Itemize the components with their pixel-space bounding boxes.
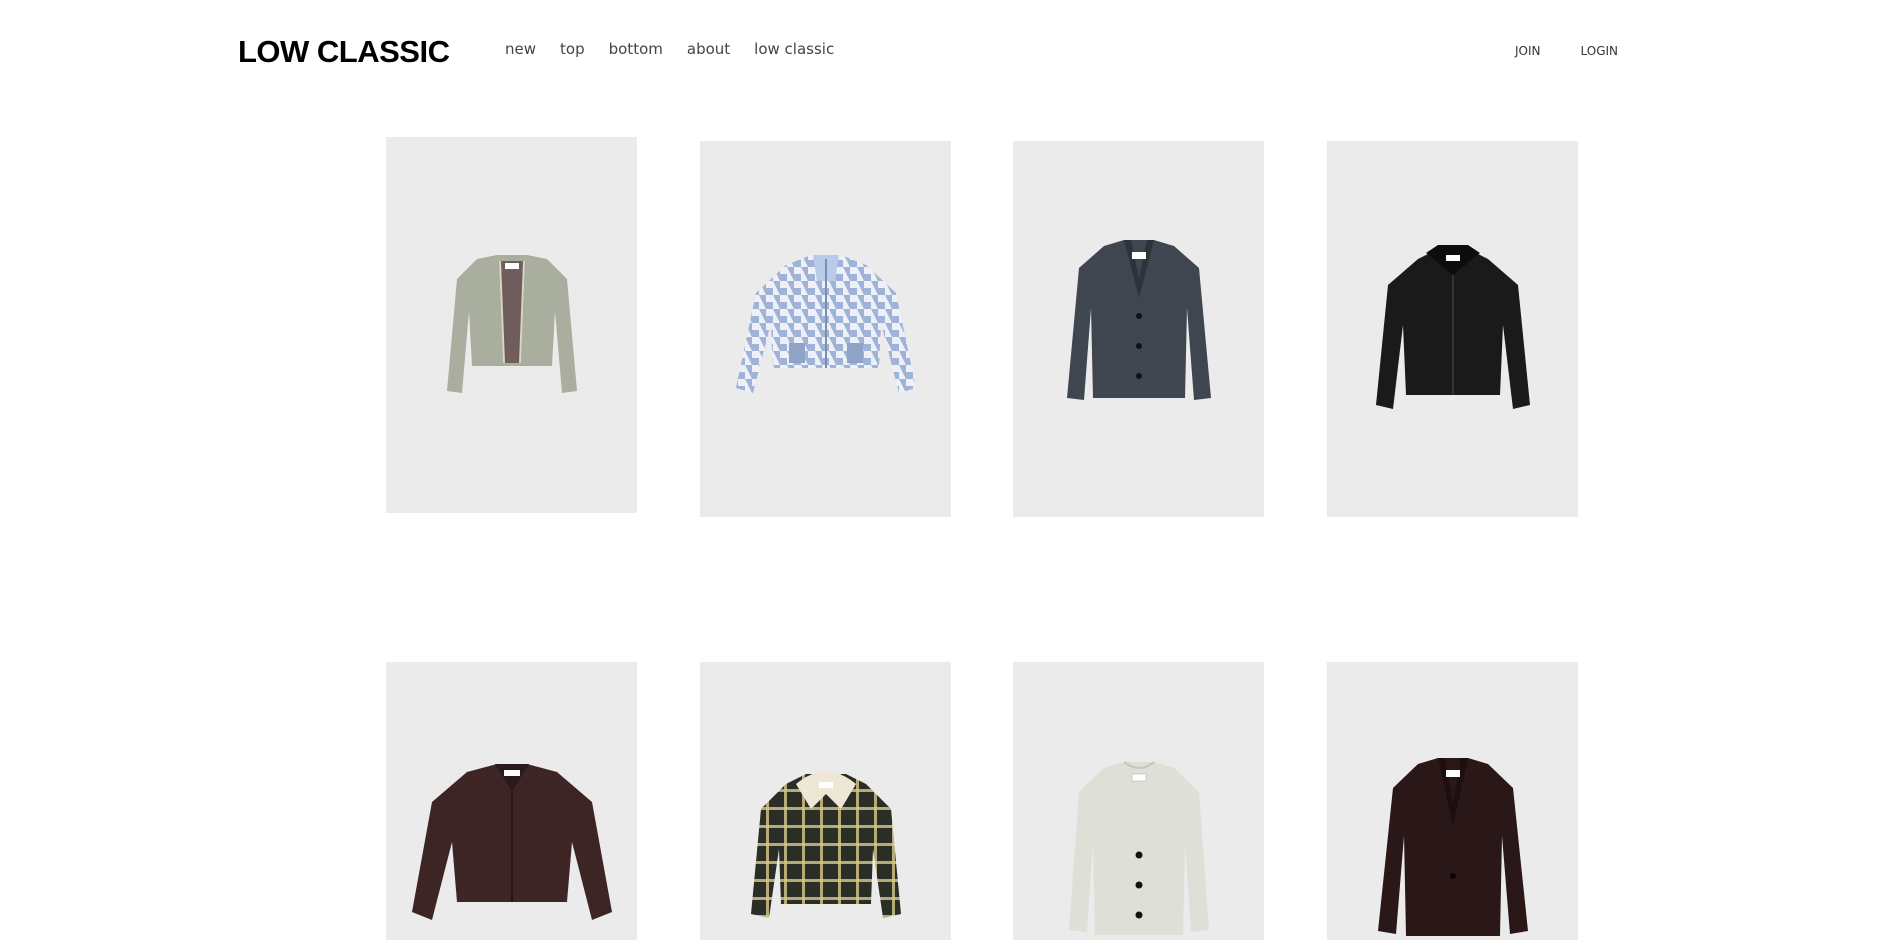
product-card[interactable]	[700, 662, 951, 940]
ivory-jacket-image	[1068, 761, 1209, 935]
product-card[interactable]	[1327, 141, 1578, 517]
product-card[interactable]	[700, 141, 951, 517]
check-shearling-jacket-image	[750, 771, 901, 918]
product-card[interactable]	[386, 662, 637, 940]
tweed-jacket-image	[446, 255, 577, 393]
brown-leather-jacket-image	[411, 764, 612, 920]
leather-bomber-image	[1375, 245, 1530, 409]
product-card[interactable]	[1327, 662, 1578, 940]
dark-brown-blazer-image	[1377, 758, 1528, 936]
houndstooth-jacket-image	[735, 255, 916, 393]
product-card[interactable]	[1013, 141, 1264, 517]
grey-blazer-image	[1066, 240, 1211, 400]
product-card[interactable]	[386, 137, 637, 513]
product-grid	[0, 0, 1898, 940]
product-card[interactable]	[1013, 662, 1264, 940]
